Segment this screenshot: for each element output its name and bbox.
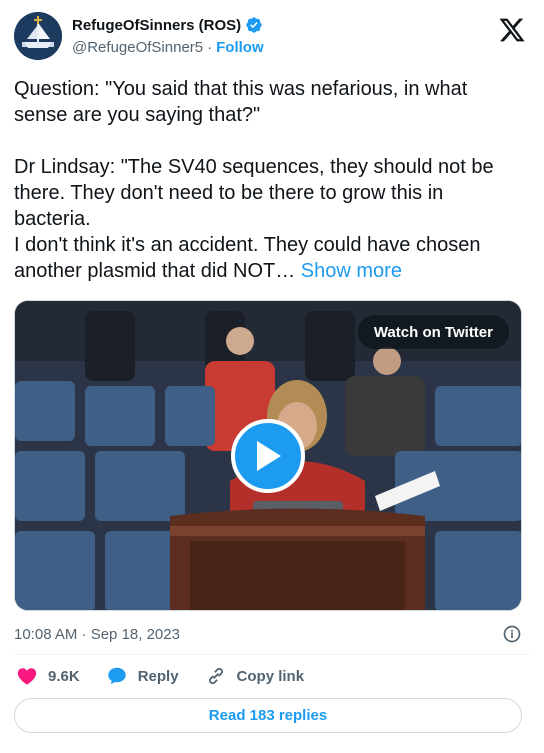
read-replies-button[interactable]: Read 183 replies (14, 698, 522, 733)
x-logo-icon[interactable] (498, 16, 526, 44)
like-button[interactable]: 9.6K (16, 665, 80, 687)
play-button[interactable] (231, 419, 305, 493)
reply-bubble-icon (107, 667, 126, 685)
video-player[interactable]: Watch on Twitter (14, 300, 522, 611)
link-icon (208, 667, 223, 685)
watch-on-twitter-button[interactable]: Watch on Twitter (357, 315, 509, 349)
tweet-meta: 10:08 AM · Sep 18, 2023 (14, 622, 522, 646)
divider (14, 654, 530, 655)
copy-link-button[interactable]: Copy link (205, 665, 305, 687)
follow-button[interactable]: Follow (216, 39, 264, 56)
tweet-body: Question: "You said that this was nefari… (14, 78, 494, 282)
show-more-link[interactable]: Show more (301, 260, 402, 282)
reply-button[interactable]: Reply (106, 665, 179, 687)
verified-badge-icon (246, 17, 262, 33)
timestamp[interactable]: 10:08 AM · Sep 18, 2023 (14, 626, 180, 643)
display-name[interactable]: RefugeOfSinners (ROS) (72, 17, 241, 34)
info-icon[interactable] (502, 624, 522, 644)
like-count: 9.6K (48, 667, 80, 685)
avatar[interactable] (14, 12, 62, 60)
heart-icon (17, 668, 37, 685)
copy-link-label: Copy link (236, 667, 305, 685)
play-icon (257, 441, 281, 471)
reply-label: Reply (137, 667, 179, 685)
ship-logo-icon (14, 12, 62, 60)
tweet-card: RefugeOfSinners (ROS) @RefugeOfSinner5 ·… (0, 0, 544, 753)
action-bar: 9.6K Reply Copy link (16, 663, 304, 689)
tweet-text: Question: "You said that this was nefari… (14, 76, 524, 284)
handle[interactable]: @RefugeOfSinner5 (72, 39, 203, 56)
separator: · (207, 39, 213, 56)
tweet-header: RefugeOfSinners (ROS) @RefugeOfSinner5 ·… (14, 12, 530, 62)
